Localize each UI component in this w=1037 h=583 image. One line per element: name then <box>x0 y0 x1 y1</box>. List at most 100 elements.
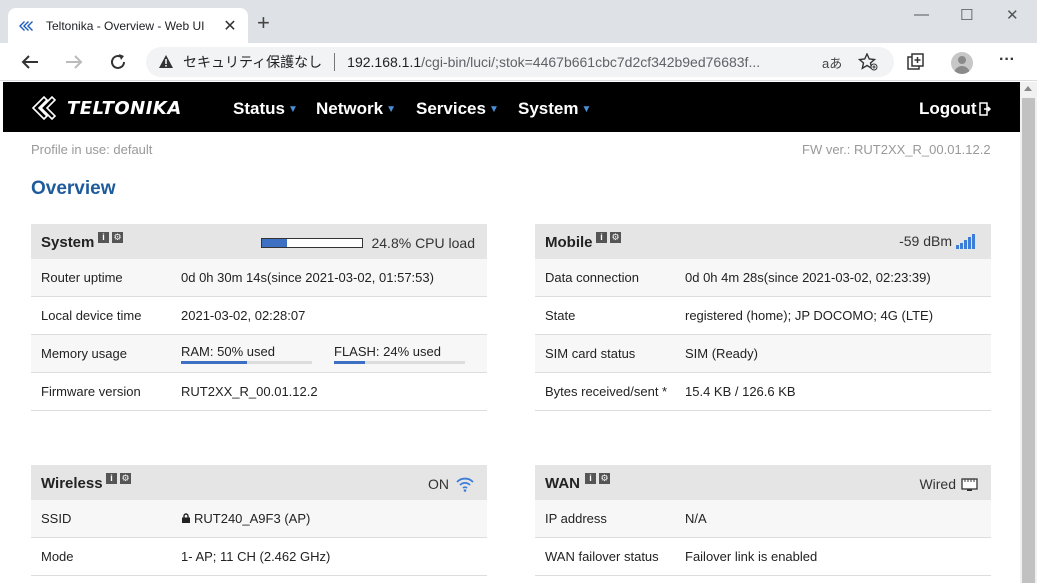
system-rows: Router uptime 0d 0h 30m 14s(since 2021-03… <box>31 259 487 411</box>
settings-icon[interactable]: ⚙ <box>610 232 621 243</box>
avatar-head <box>958 56 966 64</box>
maximize-button[interactable]: ☐ <box>960 6 973 24</box>
table-row: Memory usage RAM: 50% used FLASH: 24% us… <box>31 335 487 373</box>
flash-bar <box>334 360 465 364</box>
firmware-version-header: FW ver.: RUT2XX_R_00.01.12.2 <box>802 142 991 157</box>
menu-system-label: System <box>518 99 579 118</box>
browser-tab[interactable]: Teltonika - Overview - Web UI ✕ <box>8 8 248 43</box>
row-value: 0d 0h 4m 28s(since 2021-03-02, 02:23:39) <box>685 270 931 285</box>
table-row: Bytes received/sent * 15.4 KB / 126.6 KB <box>535 373 991 411</box>
table-row: Data connection 0d 0h 4m 28s(since 2021-0… <box>535 259 991 297</box>
settings-icon[interactable]: ⚙ <box>120 473 131 484</box>
panel-icons: i ⚙ <box>98 232 123 243</box>
new-tab-button[interactable]: + <box>257 12 270 34</box>
flash-usage: FLASH: 24% used <box>334 344 465 364</box>
info-icon[interactable]: i <box>98 232 109 243</box>
table-row: Router uptime 0d 0h 30m 14s(since 2021-03… <box>31 259 487 297</box>
settings-icon[interactable]: ⚙ <box>112 232 123 243</box>
url-text[interactable]: 192.168.1.1/cgi-bin/luci/;stok=4467b661c… <box>347 54 822 70</box>
ram-bar-fill <box>181 360 247 364</box>
cpu-load: 24.8% CPU load <box>261 235 475 251</box>
minimize-button[interactable]: — <box>914 6 929 23</box>
row-label: Memory usage <box>41 346 127 361</box>
wifi-icon <box>456 477 474 492</box>
row-value: RUT2XX_R_00.01.12.2 <box>181 384 318 399</box>
flash-text: FLASH: 24% used <box>334 343 441 359</box>
menu-services[interactable]: Services ▼ <box>416 99 499 119</box>
profile-avatar[interactable] <box>951 52 973 74</box>
mobile-rows: Data connection 0d 0h 4m 28s(since 2021-0… <box>535 259 991 411</box>
row-value: 15.4 KB / 126.6 KB <box>685 384 796 399</box>
table-row: WAN failover status Failover link is enab… <box>535 538 991 576</box>
address-toolbar: セキュリティ保護なし 192.168.1.1/cgi-bin/luci/;sto… <box>0 43 1037 81</box>
warning-icon[interactable] <box>158 54 174 70</box>
row-label: State <box>545 308 576 323</box>
chevron-down-icon: ▼ <box>581 104 592 115</box>
mobile-signal: -59 dBm <box>899 233 979 249</box>
favorite-star-icon[interactable] <box>858 53 878 71</box>
back-arrow-icon <box>21 55 38 69</box>
teltonika-navbar: TELTONIKA Status ▼ Network ▼ Services ▼ Sys… <box>3 82 1020 132</box>
row-value: Failover link is enabled <box>685 549 818 564</box>
row-label: SSID <box>41 511 72 526</box>
reload-button[interactable] <box>107 51 129 73</box>
row-label: Local device time <box>41 308 142 323</box>
collections-icon[interactable] <box>906 52 926 72</box>
scrollbar-thumb[interactable] <box>1022 98 1035 583</box>
table-row: Local device time 2021-03-02, 02:28:07 <box>31 297 487 335</box>
cpu-load-bar <box>261 238 364 248</box>
teltonika-logo-icon <box>31 95 57 121</box>
info-icon[interactable]: i <box>106 473 117 484</box>
menu-network[interactable]: Network ▼ <box>316 99 396 119</box>
system-panel: System i ⚙ 24.8% CPU load Router uptime 0d… <box>31 224 487 411</box>
url-host: 192.168.1.1 <box>347 54 422 70</box>
logout-label: Logout <box>919 99 977 118</box>
ram-text: RAM: 50% used <box>181 343 275 359</box>
page-title: Overview <box>31 178 116 199</box>
info-icon[interactable]: i <box>596 232 607 243</box>
row-value: 0d 0h 30m 14s(since 2021-03-02, 01:57:53… <box>181 270 434 285</box>
row-label: IP address <box>545 511 607 526</box>
row-value: RUT240_A9F3 (AP) <box>181 511 487 526</box>
tab-title: Teltonika - Overview - Web UI <box>46 18 205 33</box>
avatar-body <box>954 66 970 74</box>
mobile-panel-header: Mobile i ⚙ -59 dBm <box>535 224 991 259</box>
row-label: Mode <box>41 549 74 564</box>
row-label: SIM card status <box>545 346 636 361</box>
chevron-down-icon: ▼ <box>386 104 396 115</box>
wireless-status: ON <box>428 476 475 492</box>
panel-icons: i ⚙ <box>596 232 621 243</box>
reload-icon <box>111 54 125 69</box>
menu-system[interactable]: System ▼ <box>518 99 591 119</box>
wan-rows: IP address N/A WAN failover status Failove… <box>535 500 991 576</box>
table-row: Firmware version RUT2XX_R_00.01.12.2 <box>31 373 487 411</box>
info-icon[interactable]: i <box>585 473 596 484</box>
read-aloud-button[interactable]: aあ <box>822 53 842 72</box>
table-row: Mode 1- AP; 11 CH (2.462 GHz) <box>31 538 487 576</box>
wan-status-text: Wired <box>919 476 956 492</box>
row-value: SIM (Ready) <box>685 346 758 361</box>
window-close-button[interactable]: ✕ <box>1006 6 1019 24</box>
settings-more-button[interactable]: ··· <box>999 51 1015 69</box>
logout-button[interactable]: Logout <box>919 99 991 119</box>
tab-close-icon[interactable]: ✕ <box>222 16 238 36</box>
system-panel-header: System i ⚙ 24.8% CPU load <box>31 224 487 259</box>
omnibox-divider <box>334 53 336 71</box>
browser-tab-bar: Teltonika - Overview - Web UI ✕ + — ☐ ✕ <box>0 0 1037 43</box>
forward-button[interactable] <box>63 51 85 73</box>
row-value: 1- AP; 11 CH (2.462 GHz) <box>181 549 331 564</box>
row-label: Bytes received/sent * <box>545 384 668 399</box>
scroll-up-icon[interactable] <box>1024 86 1032 91</box>
ethernet-port-icon <box>961 478 978 491</box>
teltonika-logo[interactable]: TELTONIKA <box>31 95 182 121</box>
row-label: Data connection <box>545 270 639 285</box>
menu-status[interactable]: Status ▼ <box>233 99 298 119</box>
wan-panel-header: WAN i ⚙ Wired <box>535 465 991 500</box>
url-bar[interactable]: セキュリティ保護なし 192.168.1.1/cgi-bin/luci/;sto… <box>146 47 894 77</box>
page-scrollbar[interactable] <box>1020 82 1037 583</box>
back-button[interactable] <box>19 51 41 73</box>
row-value: 2021-03-02, 02:28:07 <box>181 308 306 323</box>
settings-icon[interactable]: ⚙ <box>599 473 610 484</box>
security-label[interactable]: セキュリティ保護なし <box>183 52 322 72</box>
signal-strength-text: -59 dBm <box>899 233 952 249</box>
